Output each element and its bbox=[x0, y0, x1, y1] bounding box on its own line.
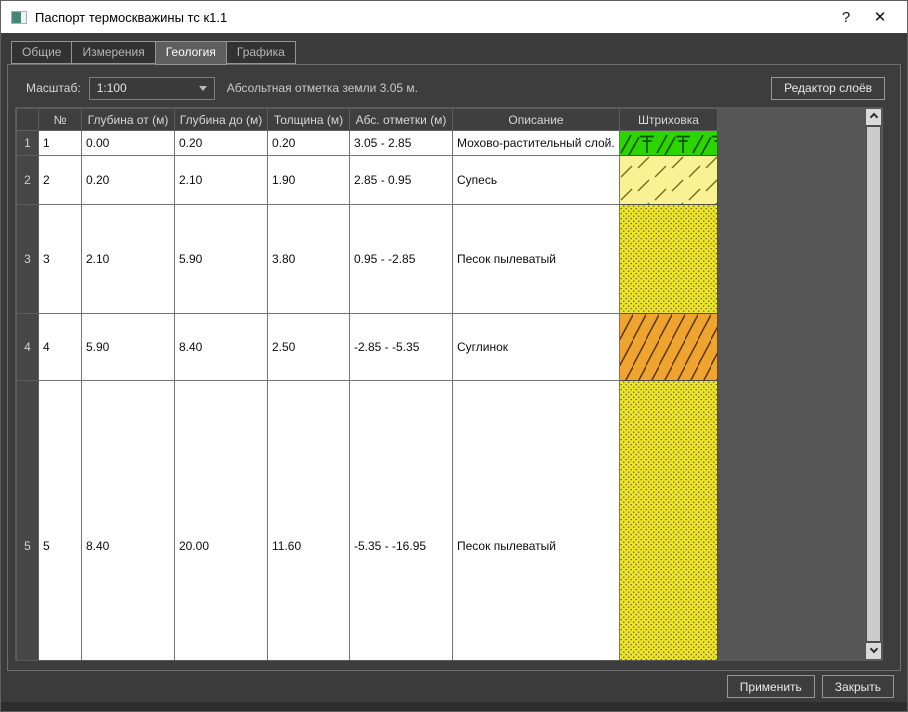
cell-num[interactable]: 3 bbox=[38, 204, 82, 314]
tab-general[interactable]: Общие bbox=[11, 41, 73, 64]
cell-num[interactable]: 5 bbox=[38, 380, 82, 660]
cell-depth-from[interactable]: 5.90 bbox=[81, 313, 175, 381]
cell-depth-from[interactable]: 0.00 bbox=[81, 130, 175, 156]
header-row: № Глубина от (м) Глубина до (м) Толщина (м)… bbox=[16, 108, 718, 131]
chevron-up-icon bbox=[869, 112, 878, 122]
column-header[interactable]: Описание bbox=[452, 108, 620, 131]
cell-description[interactable]: Супесь bbox=[452, 155, 620, 205]
cell-thickness[interactable]: 3.80 bbox=[267, 204, 350, 314]
cell-hatch-sand[interactable] bbox=[619, 204, 718, 314]
cell-depth-to[interactable]: 20.00 bbox=[174, 380, 268, 660]
cell-hatch-supes[interactable] bbox=[619, 155, 718, 205]
tab-bar: Общие Измерения Геология Графика bbox=[11, 41, 296, 65]
tab-pane: Масштаб: 1:100 Абсольтная отметка земли … bbox=[7, 64, 901, 671]
cell-description[interactable]: Песок пылеватый bbox=[452, 204, 620, 314]
geology-table: № Глубина от (м) Глубина до (м) Толщина (м)… bbox=[16, 108, 718, 660]
scrollbar-thumb[interactable] bbox=[867, 127, 880, 641]
scale-value: 1:100 bbox=[96, 81, 127, 95]
controls-row: Масштаб: 1:100 Абсольтная отметка земли … bbox=[20, 76, 888, 100]
table-row: 5 5 8.40 20.00 11.60 -5.35 - -16.95 Песок пыле… bbox=[16, 380, 718, 660]
column-header[interactable]: Толщина (м) bbox=[267, 108, 350, 131]
cell-abs-marks[interactable]: 0.95 - -2.85 bbox=[349, 204, 453, 314]
cell-abs-marks[interactable]: 3.05 - 2.85 bbox=[349, 130, 453, 156]
bottom-strip bbox=[1, 702, 907, 711]
column-header[interactable]: Глубина до (м) bbox=[174, 108, 268, 131]
close-dialog-button[interactable]: Закрыть bbox=[821, 675, 894, 698]
cell-description[interactable]: Песок пылеватый bbox=[452, 380, 620, 660]
row-header[interactable]: 1 bbox=[16, 130, 39, 156]
cell-depth-from[interactable]: 0.20 bbox=[81, 155, 175, 205]
cell-depth-from[interactable]: 8.40 bbox=[81, 380, 175, 660]
cell-thickness[interactable]: 1.90 bbox=[267, 155, 350, 205]
chevron-down-icon bbox=[198, 85, 207, 91]
column-header[interactable]: Штриховка bbox=[619, 108, 718, 131]
apply-button[interactable]: Применить bbox=[726, 675, 815, 698]
column-header[interactable]: Абс. отметки (м) bbox=[349, 108, 453, 131]
app-icon bbox=[11, 10, 27, 24]
cell-description[interactable]: Мохово-растительный слой. bbox=[452, 130, 620, 156]
cell-abs-marks[interactable]: -5.35 - -16.95 bbox=[349, 380, 453, 660]
vertical-scrollbar[interactable] bbox=[866, 109, 881, 659]
column-header[interactable]: Глубина от (м) bbox=[81, 108, 175, 131]
dialog-body: Общие Измерения Геология Графика Масштаб… bbox=[1, 33, 907, 711]
cell-abs-marks[interactable]: -2.85 - -5.35 bbox=[349, 313, 453, 381]
help-button[interactable]: ? bbox=[829, 9, 863, 26]
hatch-pattern-loam bbox=[620, 314, 717, 380]
cell-depth-to[interactable]: 5.90 bbox=[174, 204, 268, 314]
cell-num[interactable]: 1 bbox=[38, 130, 82, 156]
cell-depth-from[interactable]: 2.10 bbox=[81, 204, 175, 314]
cell-thickness[interactable]: 0.20 bbox=[267, 130, 350, 156]
cell-num[interactable]: 2 bbox=[38, 155, 82, 205]
cell-depth-to[interactable]: 0.20 bbox=[174, 130, 268, 156]
scale-label: Масштаб: bbox=[26, 81, 81, 95]
hatch-pattern-sand bbox=[620, 381, 717, 660]
cell-depth-to[interactable]: 8.40 bbox=[174, 313, 268, 381]
hatch-pattern-supes bbox=[620, 156, 717, 204]
scale-combobox[interactable]: 1:100 bbox=[88, 76, 215, 100]
dialog-window: Паспорт термоскважины тс к1.1 ? ✕ Общие … bbox=[0, 0, 908, 712]
column-header[interactable]: № bbox=[38, 108, 82, 131]
corner-header bbox=[16, 108, 39, 131]
footer-bar: Применить Закрыть bbox=[1, 671, 907, 702]
ground-elevation-note: Абсольтная отметка земли 3.05 м. bbox=[226, 81, 418, 95]
tab-graphics[interactable]: Графика bbox=[225, 41, 296, 64]
cell-abs-marks[interactable]: 2.85 - 0.95 bbox=[349, 155, 453, 205]
cell-thickness[interactable]: 11.60 bbox=[267, 380, 350, 660]
hatch-pattern-moss bbox=[620, 131, 717, 155]
titlebar: Паспорт термоскважины тс к1.1 ? ✕ bbox=[1, 1, 907, 33]
hatch-pattern-sand bbox=[620, 205, 717, 313]
table-row: 1 1 0.00 0.20 0.20 3.05 - 2.85 Мохово-растител… bbox=[16, 130, 718, 156]
geology-table-body: 1 1 0.00 0.20 0.20 3.05 - 2.85 Мохово-растител… bbox=[16, 130, 718, 660]
scroll-up-button[interactable] bbox=[866, 109, 881, 125]
cell-hatch-sand[interactable] bbox=[619, 380, 718, 660]
table-row: 4 4 5.90 8.40 2.50 -2.85 - -5.35 Суглинок bbox=[16, 313, 718, 381]
tab-measurements[interactable]: Измерения bbox=[71, 41, 156, 64]
cell-depth-to[interactable]: 2.10 bbox=[174, 155, 268, 205]
cell-description[interactable]: Суглинок bbox=[452, 313, 620, 381]
tab-geology[interactable]: Геология bbox=[154, 41, 227, 65]
row-header[interactable]: 3 bbox=[16, 204, 39, 314]
cell-num[interactable]: 4 bbox=[38, 313, 82, 381]
close-icon[interactable]: ✕ bbox=[863, 8, 897, 26]
row-header[interactable]: 2 bbox=[16, 155, 39, 205]
layers-editor-button[interactable]: Редактор слоёв bbox=[771, 76, 885, 100]
app-icon-glyph bbox=[12, 11, 21, 23]
row-header[interactable]: 4 bbox=[16, 313, 39, 381]
table-row: 3 3 2.10 5.90 3.80 0.95 - -2.85 Песок пылеваты… bbox=[16, 204, 718, 314]
cell-hatch-loam[interactable] bbox=[619, 313, 718, 381]
geology-table-viewport: № Глубина от (м) Глубина до (м) Толщина (м)… bbox=[15, 107, 883, 661]
cell-thickness[interactable]: 2.50 bbox=[267, 313, 350, 381]
window-title: Паспорт термоскважины тс к1.1 bbox=[35, 9, 228, 25]
cell-hatch-moss[interactable] bbox=[619, 130, 718, 156]
row-header[interactable]: 5 bbox=[16, 380, 39, 660]
table-row: 2 2 0.20 2.10 1.90 2.85 - 0.95 Супесь bbox=[16, 155, 718, 205]
scroll-down-button[interactable] bbox=[866, 643, 881, 659]
chevron-down-icon bbox=[869, 644, 878, 654]
